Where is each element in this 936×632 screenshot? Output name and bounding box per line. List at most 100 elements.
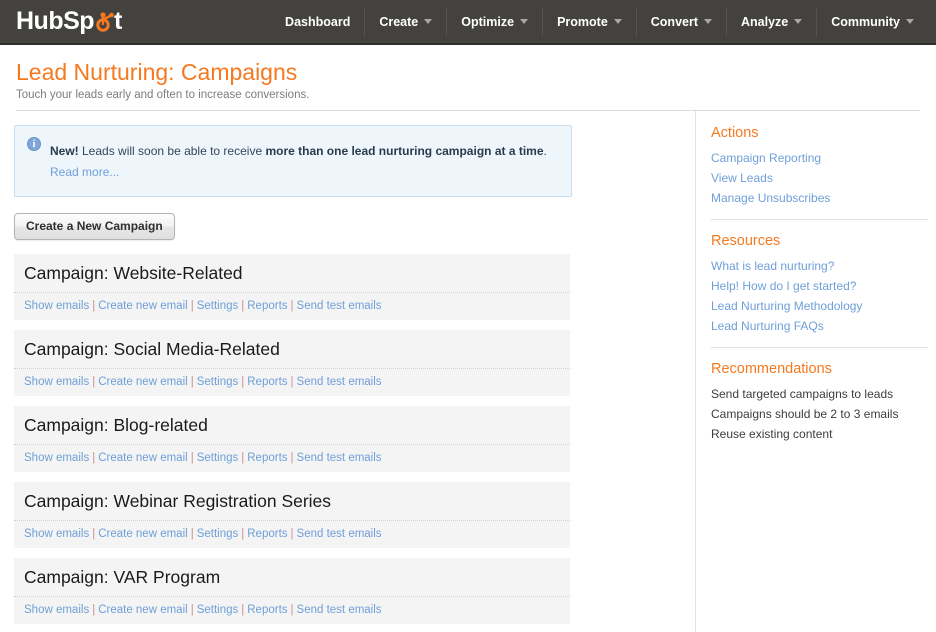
show-emails-link[interactable]: Show emails xyxy=(24,604,89,616)
campaign-item: Campaign: Webinar Registration Series Sh… xyxy=(14,481,570,548)
link-separator: | xyxy=(92,451,96,464)
campaign-actions: Show emails | Create new email | Settings | Re… xyxy=(14,367,570,396)
send-test-emails-link[interactable]: Send test emails xyxy=(297,376,382,388)
nav-item-label: Analyze xyxy=(741,14,789,29)
sidebar-section-recommendations: Recommendations Send targeted campaigns … xyxy=(711,361,928,444)
page-subtitle: Touch your leads early and often to incr… xyxy=(16,89,310,102)
reports-link[interactable]: Reports xyxy=(247,452,287,464)
link-separator: | xyxy=(190,603,194,616)
campaign-actions: Show emails | Create new email | Settings | Re… xyxy=(14,595,570,624)
chevron-down-icon xyxy=(794,19,803,24)
reports-link[interactable]: Reports xyxy=(247,528,287,540)
nav-item-label: Convert xyxy=(650,14,698,29)
chevron-down-icon xyxy=(424,19,433,24)
campaign-title: Campaign: Website-Related xyxy=(24,262,243,283)
recommendation-item: Send targeted campaigns to leads xyxy=(711,387,894,402)
campaign-item: Campaign: Social Media-Related Show emai… xyxy=(14,329,570,396)
sidebar-heading-actions: Actions xyxy=(711,125,759,142)
sidebar-link-campaign-reporting[interactable]: Campaign Reporting xyxy=(711,148,928,168)
show-emails-link[interactable]: Show emails xyxy=(24,300,89,312)
read-more-link[interactable]: Read more... xyxy=(50,163,119,182)
page-header: Lead Nurturing: Campaigns Touch your lea… xyxy=(0,45,936,112)
link-separator: | xyxy=(290,527,294,540)
hubspot-logo[interactable]: HubSp t xyxy=(16,9,122,35)
create-new-email-link[interactable]: Create new email xyxy=(98,452,187,464)
create-new-email-link[interactable]: Create new email xyxy=(98,300,187,312)
link-separator: | xyxy=(92,375,96,388)
nav-item-label: Create xyxy=(379,14,419,29)
nav-item-optimize[interactable]: Optimize xyxy=(446,7,542,36)
link-separator: | xyxy=(241,375,245,388)
reports-link[interactable]: Reports xyxy=(247,376,287,388)
notice-middle: Leads will soon be able to receive xyxy=(78,144,266,159)
nav-item-label: Promote xyxy=(557,14,608,29)
sidebar-link-manage-unsubscribes[interactable]: Manage Unsubscribes xyxy=(711,188,928,208)
sidebar-link-what-is-lead-nurturing[interactable]: What is lead nurturing? xyxy=(711,256,928,276)
sprocket-icon xyxy=(93,9,115,35)
campaign-actions: Show emails | Create new email | Settings | Re… xyxy=(14,291,570,320)
link-separator: | xyxy=(290,375,294,388)
chevron-down-icon xyxy=(906,19,914,24)
nav-item-community[interactable]: Community xyxy=(816,7,928,36)
show-emails-link[interactable]: Show emails xyxy=(24,528,89,540)
send-test-emails-link[interactable]: Send test emails xyxy=(297,528,382,540)
nav-item-analyze[interactable]: Analyze xyxy=(726,7,816,36)
chevron-down-icon xyxy=(613,19,622,24)
settings-link[interactable]: Settings xyxy=(197,528,239,540)
create-new-email-link[interactable]: Create new email xyxy=(98,604,187,616)
nav-item-promote[interactable]: Promote xyxy=(542,7,636,36)
settings-link[interactable]: Settings xyxy=(197,300,239,312)
chevron-down-icon xyxy=(520,19,529,24)
link-separator: | xyxy=(290,603,294,616)
send-test-emails-link[interactable]: Send test emails xyxy=(297,452,382,464)
link-separator: | xyxy=(290,299,294,312)
send-test-emails-link[interactable]: Send test emails xyxy=(297,300,382,312)
sidebar-heading-recommendations: Recommendations xyxy=(711,361,832,378)
link-separator: | xyxy=(290,451,294,464)
page-body: i New! Leads will soon be able to receiv… xyxy=(0,111,936,632)
settings-link[interactable]: Settings xyxy=(197,376,239,388)
sidebar-divider xyxy=(711,219,928,221)
campaign-title: Campaign: VAR Program xyxy=(24,566,221,587)
reports-link[interactable]: Reports xyxy=(247,604,287,616)
sidebar-link-how-do-i-get-started[interactable]: Help! How do I get started? xyxy=(711,276,928,296)
chevron-down-icon xyxy=(704,19,712,24)
campaign-list: Campaign: Website-Related Show emails | Cr… xyxy=(14,253,695,632)
link-separator: | xyxy=(241,527,245,540)
link-separator: | xyxy=(241,451,245,464)
nav-item-label: Dashboard xyxy=(285,14,351,29)
nav-item-convert[interactable]: Convert xyxy=(635,7,726,36)
campaign-item: Campaign: Website-Related Show emails | Cr… xyxy=(14,253,570,320)
settings-link[interactable]: Settings xyxy=(197,604,239,616)
sidebar-link-lead-nurturing-faqs[interactable]: Lead Nurturing FAQs xyxy=(711,316,928,336)
sidebar-section-resources: Resources What is lead nurturing? Help! … xyxy=(711,233,928,336)
link-separator: | xyxy=(92,603,96,616)
campaign-item: Campaign: Blog-related Show emails | Creat… xyxy=(14,405,570,472)
show-emails-link[interactable]: Show emails xyxy=(24,376,89,388)
notice-emphasis: more than one lead nurturing campaign at… xyxy=(265,144,544,159)
logo-text-primary: HubSp xyxy=(16,7,95,35)
page-title: Lead Nurturing: Campaigns xyxy=(16,59,298,85)
send-test-emails-link[interactable]: Send test emails xyxy=(297,604,382,616)
campaign-item: Campaign: VAR Program Show emails | Create… xyxy=(14,557,570,624)
sidebar-heading-resources: Resources xyxy=(711,233,781,250)
reports-link[interactable]: Reports xyxy=(247,300,287,312)
show-emails-link[interactable]: Show emails xyxy=(24,452,89,464)
settings-link[interactable]: Settings xyxy=(197,452,239,464)
sidebar-divider xyxy=(711,347,928,349)
nav-item-dashboard[interactable]: Dashboard xyxy=(271,8,364,36)
notice-lead: New! xyxy=(50,144,79,159)
sidebar: Actions Campaign Reporting View Leads Ma… xyxy=(695,111,936,632)
nav-item-label: Community xyxy=(831,14,900,29)
sidebar-link-view-leads[interactable]: View Leads xyxy=(711,168,928,188)
link-separator: | xyxy=(241,603,245,616)
create-new-email-link[interactable]: Create new email xyxy=(98,376,187,388)
campaign-title: Campaign: Social Media-Related xyxy=(24,338,280,359)
create-new-campaign-button[interactable]: Create a New Campaign xyxy=(14,212,175,240)
create-new-email-link[interactable]: Create new email xyxy=(98,528,187,540)
campaign-title: Campaign: Webinar Registration Series xyxy=(24,490,332,511)
nav-item-create[interactable]: Create xyxy=(364,7,446,36)
sidebar-link-lead-nurturing-methodology[interactable]: Lead Nurturing Methodology xyxy=(711,296,928,316)
info-icon: i xyxy=(27,137,41,152)
nav-items: Dashboard Create Optimize Promote Conver… xyxy=(271,0,928,43)
